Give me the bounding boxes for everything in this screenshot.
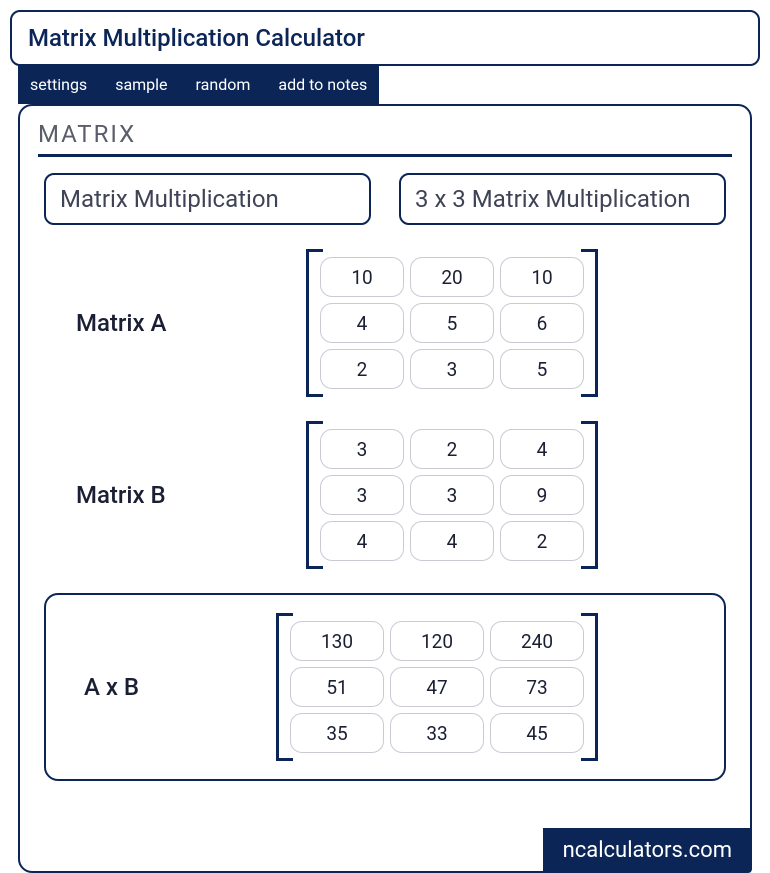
matrix-b-cell[interactable]: 3 (320, 475, 404, 515)
result-cell: 130 (290, 621, 384, 661)
matrix-b-row: Matrix B 3 2 4 3 3 9 4 4 2 (38, 421, 732, 569)
matrix-a-grid: 10 20 10 4 5 6 2 3 5 (306, 249, 598, 397)
result-cell: 35 (290, 713, 384, 753)
result-cell: 51 (290, 667, 384, 707)
matrix-a-cell[interactable]: 3 (410, 349, 494, 389)
matrix-a-cell[interactable]: 4 (320, 303, 404, 343)
result-cell: 47 (390, 667, 484, 707)
matrix-b-cell[interactable]: 2 (500, 521, 584, 561)
matrix-b-cell[interactable]: 4 (410, 521, 494, 561)
brand-badge: ncalculators.com (543, 828, 752, 873)
matrix-a-row: Matrix A 10 20 10 4 5 6 2 3 5 (38, 249, 732, 397)
matrix-b-cell[interactable]: 2 (410, 429, 494, 469)
result-label: A x B (84, 673, 276, 701)
matrix-b-cell[interactable]: 4 (320, 521, 404, 561)
page-title: Matrix Multiplication Calculator (28, 24, 742, 52)
matrix-b-cell[interactable]: 3 (320, 429, 404, 469)
matrix-a-cell[interactable]: 2 (320, 349, 404, 389)
result-panel: A x B 130 120 240 51 47 73 35 33 45 (44, 593, 726, 781)
matrix-a-label: Matrix A (76, 309, 306, 337)
matrix-a-cell[interactable]: 10 (500, 257, 584, 297)
section-title: MATRIX (38, 120, 732, 157)
matrix-b-cell[interactable]: 4 (500, 429, 584, 469)
result-cell: 33 (390, 713, 484, 753)
tab-matrix-multiplication[interactable]: Matrix Multiplication (44, 173, 371, 225)
settings-button[interactable]: settings (30, 75, 87, 94)
add-to-notes-button[interactable]: add to notes (278, 75, 367, 94)
main-panel: MATRIX Matrix Multiplication 3 x 3 Matri… (18, 104, 752, 873)
matrix-b-label: Matrix B (76, 481, 306, 509)
sample-button[interactable]: sample (115, 75, 167, 94)
matrix-a-cell[interactable]: 6 (500, 303, 584, 343)
tab-3x3-matrix-multiplication[interactable]: 3 x 3 Matrix Multiplication (399, 173, 726, 225)
matrix-a-cell[interactable]: 5 (410, 303, 494, 343)
matrix-b-cell[interactable]: 9 (500, 475, 584, 515)
result-cell: 120 (390, 621, 484, 661)
result-cell: 45 (490, 713, 584, 753)
matrix-a-cell[interactable]: 10 (320, 257, 404, 297)
matrix-b-grid: 3 2 4 3 3 9 4 4 2 (306, 421, 598, 569)
matrix-a-cell[interactable]: 20 (410, 257, 494, 297)
toolbar: settings sample random add to notes (18, 65, 379, 104)
title-box: Matrix Multiplication Calculator (10, 10, 760, 66)
result-grid: 130 120 240 51 47 73 35 33 45 (276, 613, 598, 761)
result-cell: 73 (490, 667, 584, 707)
tabs: Matrix Multiplication 3 x 3 Matrix Multi… (44, 173, 726, 225)
random-button[interactable]: random (196, 75, 251, 94)
matrix-b-cell[interactable]: 3 (410, 475, 494, 515)
matrix-a-cell[interactable]: 5 (500, 349, 584, 389)
result-cell: 240 (490, 621, 584, 661)
